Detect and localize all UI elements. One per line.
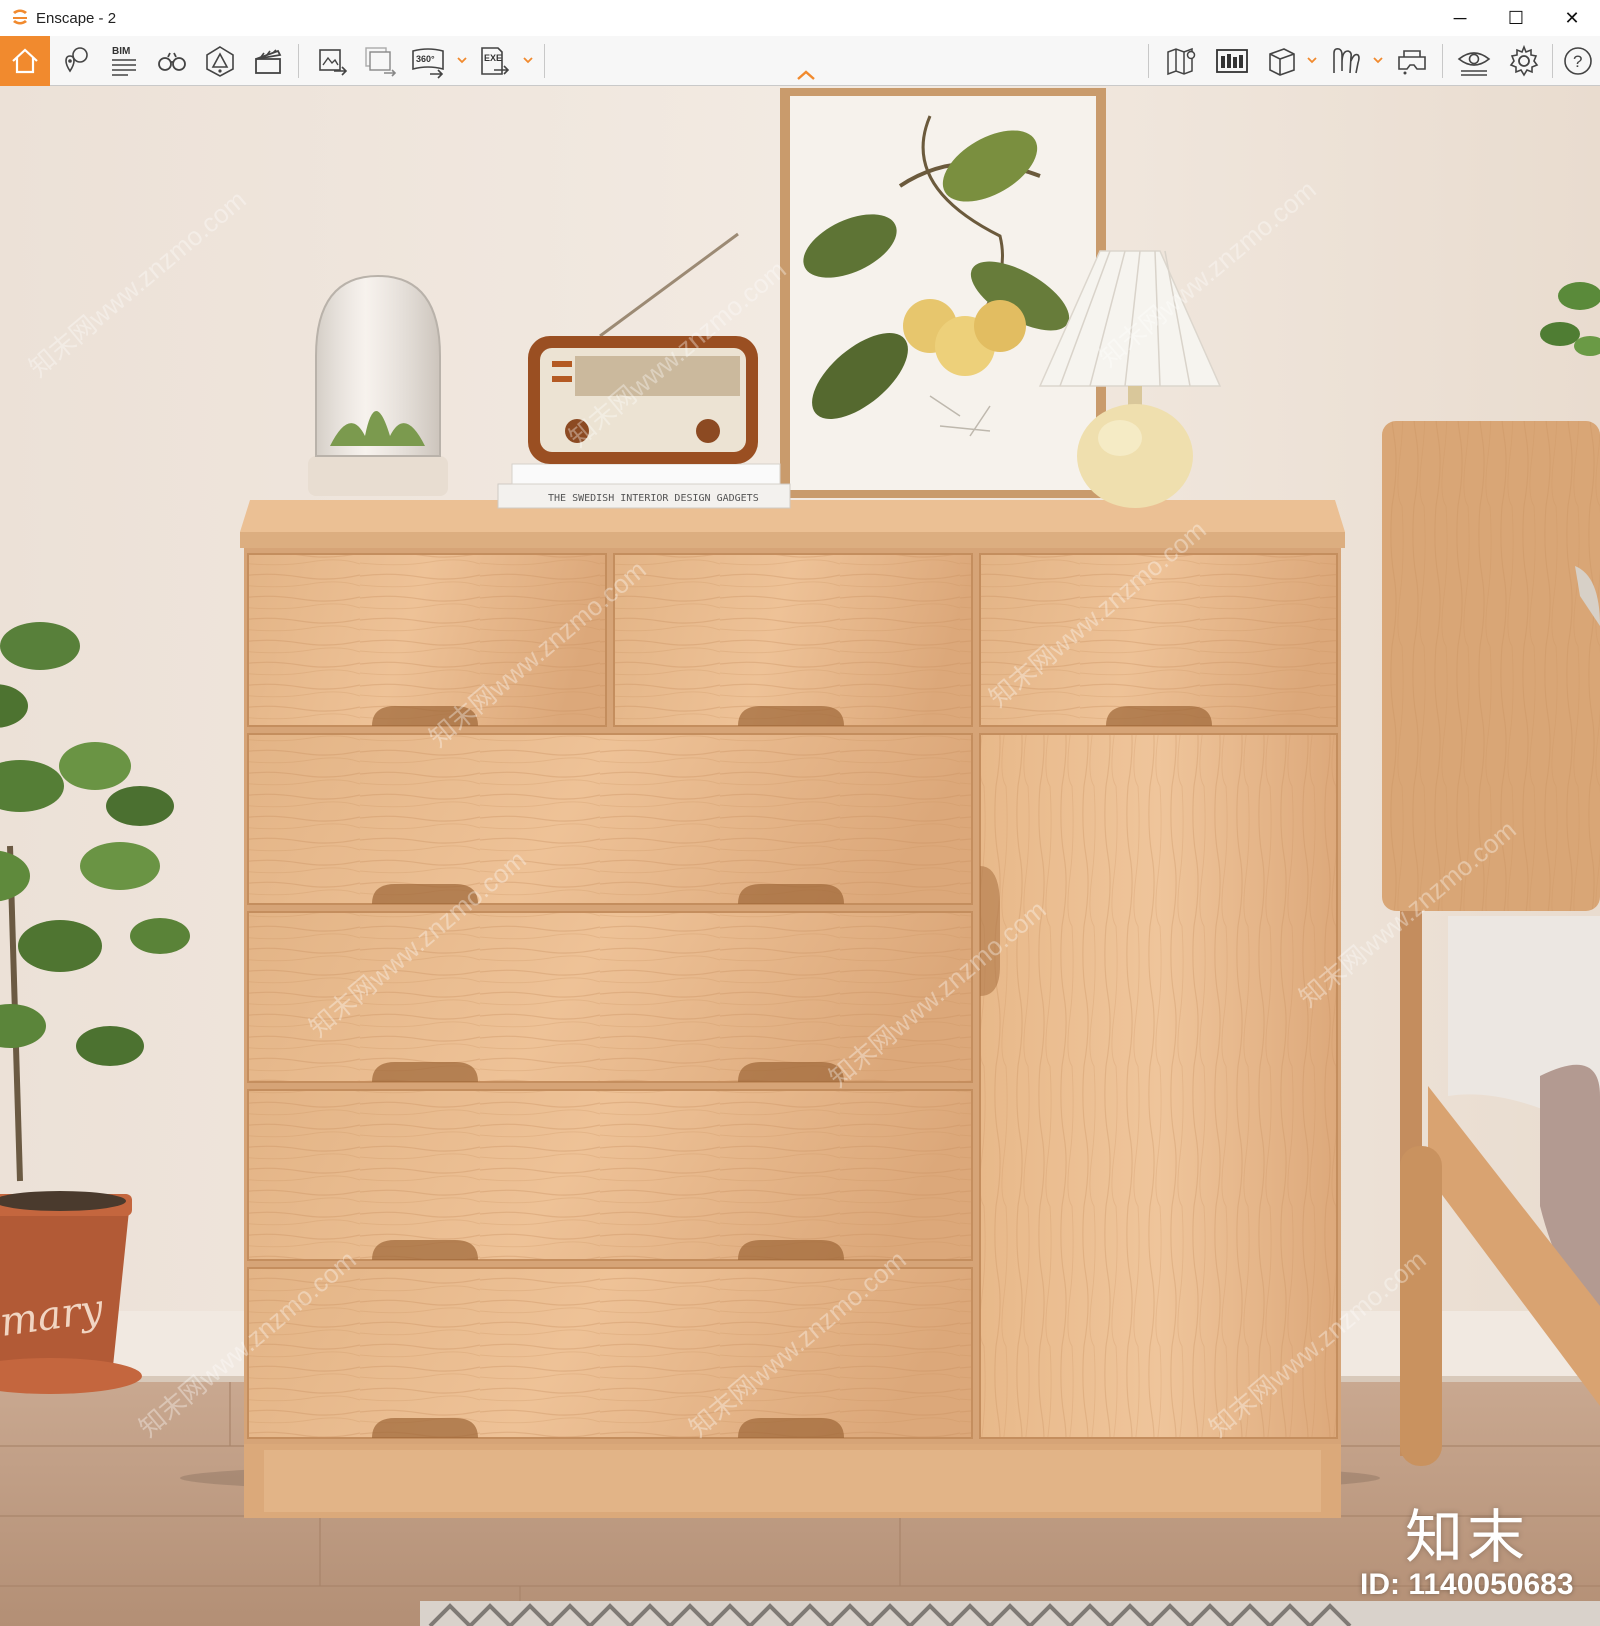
home-icon <box>12 48 38 74</box>
title-bar: Enscape - 2 ─ ☐ ✕ <box>0 0 1600 36</box>
home-button[interactable] <box>0 36 50 86</box>
bim-icon: BIM <box>112 46 136 76</box>
collapse-toolbar-chevron-icon[interactable] <box>794 68 818 82</box>
view-cube-icon <box>1269 48 1295 76</box>
panorama-export-icon: 360° <box>412 48 444 79</box>
svg-text:?: ? <box>1573 52 1582 71</box>
toolbar-separator <box>1148 44 1149 78</box>
atmosphere-button[interactable] <box>196 36 244 86</box>
toolbar-separator <box>544 44 545 78</box>
brand-logo-text: 知末 <box>1405 1503 1530 1571</box>
asset-library-button[interactable] <box>1208 36 1256 86</box>
exe-export-icon: EXE <box>481 47 510 75</box>
chevron-down-icon[interactable] <box>456 54 468 66</box>
minimize-icon: ─ <box>1453 7 1467 28</box>
chevron-down-icon[interactable] <box>522 54 534 66</box>
binoculars-icon <box>158 52 186 71</box>
book-spine-text: THE SWEDISH INTERIOR DESIGN GADGETS <box>548 493 759 504</box>
chevron-down-icon[interactable] <box>1372 54 1384 66</box>
close-button[interactable]: ✕ <box>1544 0 1600 36</box>
settings-button[interactable] <box>1500 36 1548 86</box>
visual-settings-button[interactable] <box>1450 36 1498 86</box>
window-title: Enscape - 2 <box>36 9 117 27</box>
location-button[interactable] <box>52 36 100 86</box>
svg-text:360°: 360° <box>416 54 435 64</box>
map-icon <box>1167 47 1196 76</box>
framed-print <box>780 88 1106 498</box>
bim-button[interactable]: BIM <box>100 36 148 86</box>
minimize-button[interactable]: ─ <box>1432 0 1488 36</box>
exe-export-button[interactable]: EXE <box>470 36 518 86</box>
help-button[interactable]: ? <box>1556 36 1600 86</box>
clapperboard-icon <box>255 49 282 74</box>
render-image: THE SWEDISH INTERIOR DESIGN GADGETS mary <box>0 86 1600 1626</box>
materials-button[interactable] <box>1322 36 1370 86</box>
panorama-export-button[interactable]: 360° <box>404 36 452 86</box>
asset-id-label: ID: 1140050683 <box>1360 1568 1574 1601</box>
bell-jar <box>308 274 448 496</box>
close-icon: ✕ <box>1564 7 1580 28</box>
maximize-button[interactable]: ☐ <box>1488 0 1544 36</box>
toolbar-separator <box>1552 44 1553 78</box>
chevron-down-icon[interactable] <box>1306 54 1318 66</box>
svg-text:EXE: EXE <box>484 53 502 63</box>
binoculars-button[interactable] <box>148 36 196 86</box>
render-viewport[interactable]: THE SWEDISH INTERIOR DESIGN GADGETS mary… <box>0 86 1600 1626</box>
video-editor-button[interactable] <box>244 36 292 86</box>
materials-icon <box>1333 48 1360 74</box>
toolbar-separator <box>1442 44 1443 78</box>
window-controls: ─ ☐ ✕ <box>1432 0 1600 36</box>
toolbar-separator <box>298 44 299 78</box>
location-pin-icon <box>65 47 88 73</box>
batch-render-icon <box>365 47 397 77</box>
export-image-icon <box>319 49 348 76</box>
enscape-logo-icon <box>13 9 27 25</box>
asset-library-icon <box>1216 49 1248 73</box>
svg-text:BIM: BIM <box>112 46 130 57</box>
export-image-button[interactable] <box>308 36 356 86</box>
visual-settings-icon <box>1457 52 1491 76</box>
maximize-icon: ☐ <box>1507 7 1525 28</box>
vr-headset-icon <box>1398 50 1426 75</box>
vr-headset-button[interactable] <box>1388 36 1436 86</box>
atmosphere-icon <box>206 46 234 77</box>
settings-icon <box>1509 44 1539 77</box>
view-cube-button[interactable] <box>1258 36 1306 86</box>
help-icon: ? <box>1564 47 1592 75</box>
batch-render-button[interactable] <box>356 36 404 86</box>
map-button[interactable] <box>1158 36 1206 86</box>
